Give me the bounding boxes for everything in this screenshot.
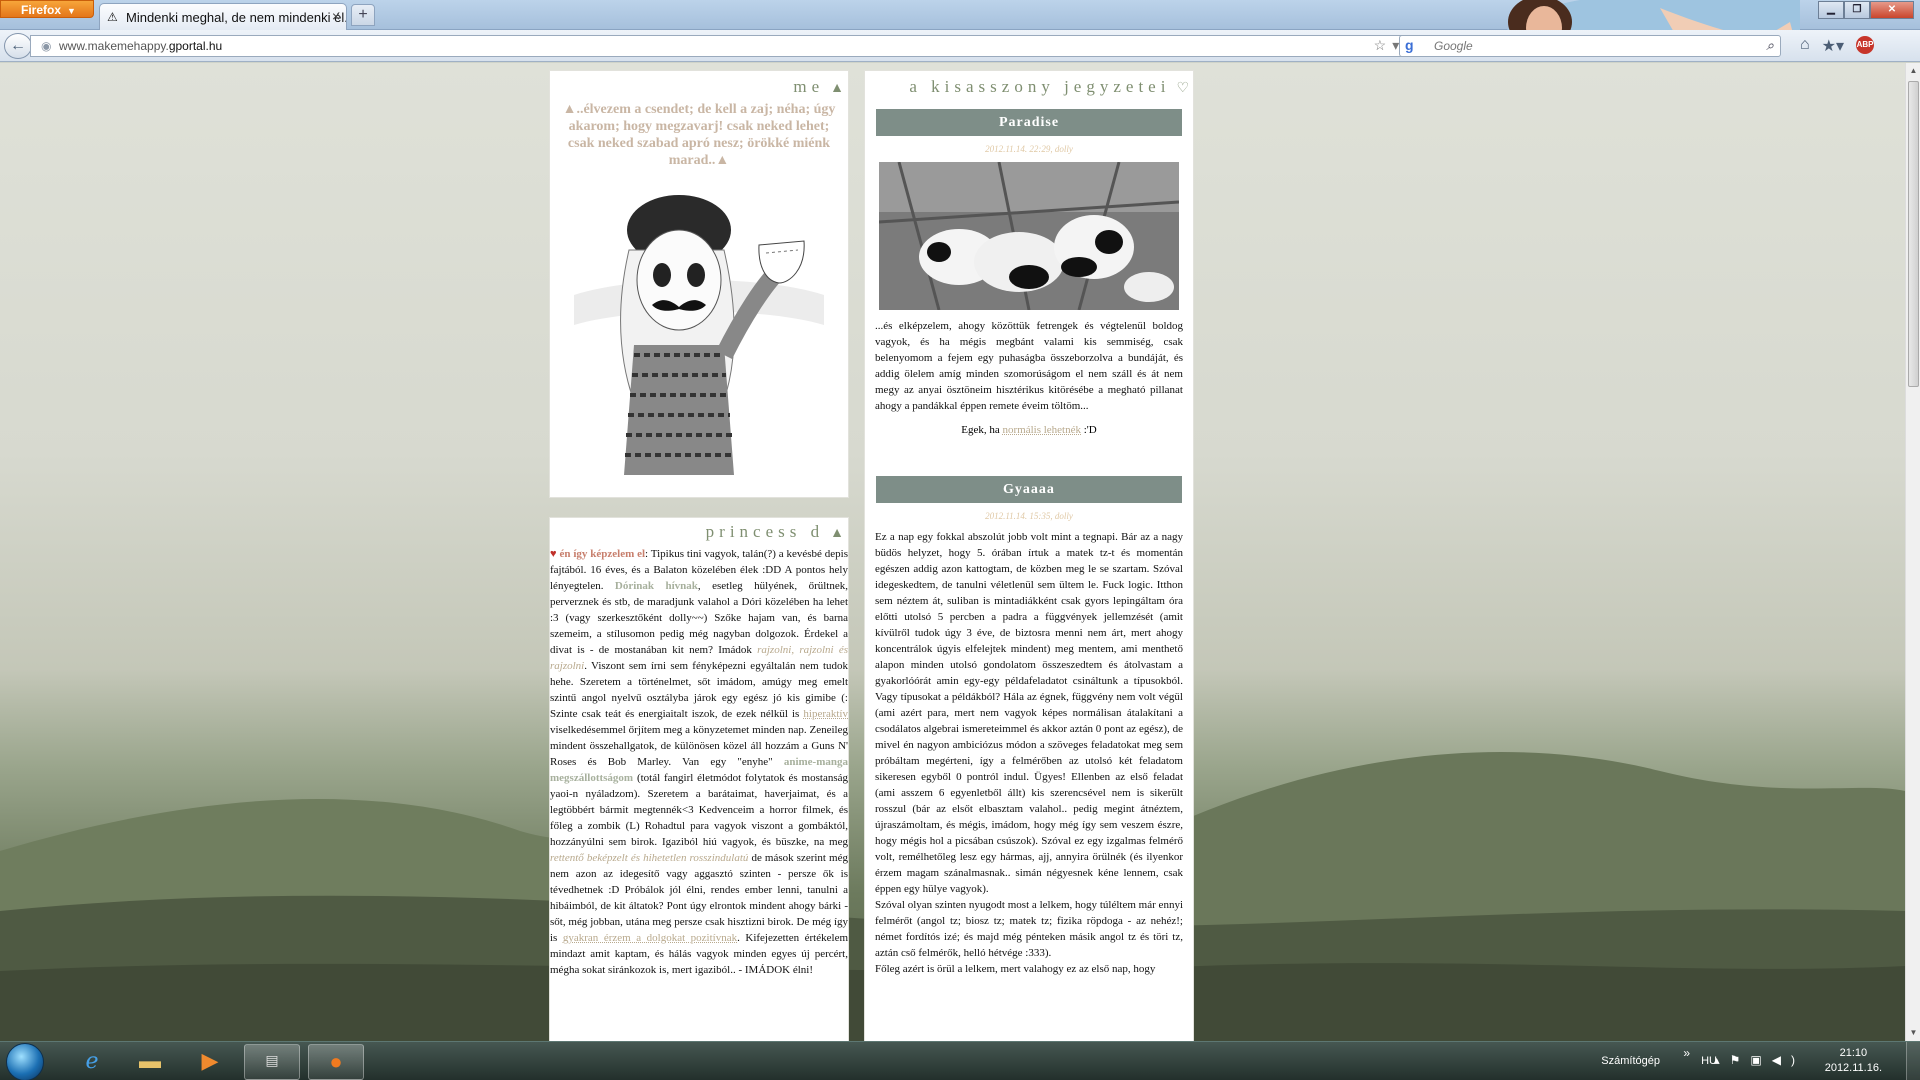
search-icon[interactable]: ⌕ [1766,37,1774,54]
media-player-icon[interactable]: ▶ [182,1044,238,1080]
post-date: 2012.11.14. 22:29, dolly [985,144,1073,154]
url-domain: gportal.hu [168,39,223,53]
google-engine-icon[interactable]: g [1405,37,1414,53]
post-date: 2012.11.14. 15:35, dolly [985,511,1073,521]
post-title[interactable]: Gyaaaa [876,476,1182,503]
scroll-down-arrow[interactable]: ▼ [1906,1025,1920,1041]
me-box: me ▲ ▲..élvezem a csendet; de kell a zaj;… [549,70,849,498]
back-button[interactable]: ← [4,33,32,59]
heart-icon: ♥ [550,548,557,560]
window-controls: ▁ ❐ ✕ [1818,1,1914,19]
clock[interactable]: 21:10 2012.11.16. [1825,1046,1882,1076]
clock-time: 21:10 [1839,1047,1868,1059]
post-body: Főleg azért is örül a lelkem, mert valah… [875,963,1156,975]
tray-icons: ▴⚑▣◀) [1714,1053,1805,1067]
princess-title: princess d [705,522,825,541]
tab-title: Mindenki meghal, de nem mindenki él. ... [126,10,347,25]
globe-icon: ◉ [41,39,52,53]
close-window-button[interactable]: ✕ [1870,1,1914,19]
flag-icon[interactable]: ⚑ [1730,1053,1751,1067]
me-title: me [793,77,825,96]
volume-icon[interactable]: ◀) [1772,1053,1805,1067]
adblock-icon[interactable]: ABP [1856,36,1875,54]
girl-with-mustache-illustration [574,195,824,475]
url-bar[interactable]: ◉ www.makemehappy.gportal.hu ☆▾↻ [30,35,1432,57]
plus-icon: + [358,6,368,23]
notes-column: a kisasszony jegyzetei ♡ Paradise 2012.11… [864,70,1194,1041]
show-hidden-icon[interactable]: ▴ [1714,1053,1730,1067]
home-icon[interactable]: ⌂ [1800,36,1810,56]
close-icon[interactable]: × [332,8,340,24]
triangle-icon: ▲ [830,526,844,541]
footer-text: Egek, ha [961,424,1003,436]
footer-text: :'D [1081,424,1097,436]
bookmarks-icon[interactable]: ★▾ [1822,36,1844,56]
song-quote: ▲..élvezem a csendet; de kell a zaj; néh… [562,102,836,168]
back-arrow-icon: ← [10,37,26,54]
firefox-icon[interactable]: ● [308,1044,364,1080]
nav-right-buttons: ⌂ ★▾ ABP [1800,36,1875,56]
page-viewport: me ▲ ▲..élvezem a csendet; de kell a zaj;… [0,63,1905,1041]
start-orb-icon[interactable] [6,1043,44,1080]
navigation-bar: ← ◉ www.makemehappy.gportal.hu ☆▾↻ g Goo… [0,30,1920,62]
bio-text: ♥ én így képzelem el: Tipikus tini vagyo… [550,546,848,978]
warning-icon: ⚠ [107,10,118,24]
search-placeholder: Google [1434,39,1473,53]
taskbar: ℯ ▬ ▶ ▤ ● Számítógép » HU ▴⚑▣◀) 21:10 20… [0,1041,1920,1080]
bio-link-positive[interactable]: gyakran érzem a dolgokat pozitívnak [563,932,737,944]
post-body: Ez a nap egy fokkal abszolút jobb volt m… [875,531,1183,895]
notes-header: a kisasszony jegyzetei ♡ [865,77,1193,97]
me-box-header: me ▲ [550,77,848,97]
url-prefix: www.makemehappy. [59,39,169,53]
new-tab-button[interactable]: + [351,4,375,26]
tab-bar: Firefox ▼ ⚠ Mindenki meghal, de nem minde… [0,0,1920,60]
network-icon[interactable]: ▣ [1750,1053,1771,1067]
show-desktop-button[interactable] [1906,1042,1920,1080]
app-icon[interactable]: ▤ [244,1044,300,1080]
princess-box-header: princess d ▲ [550,522,848,542]
chevron-icon[interactable]: » [1683,1046,1690,1060]
pandas-photo [879,162,1179,310]
triangle-icon: ▲ [830,81,844,96]
post-title[interactable]: Paradise [876,109,1182,136]
firefox-menu-button[interactable]: Firefox ▼ [0,0,94,18]
folder-icon[interactable]: ▬ [122,1044,178,1080]
post-body: ...és elképzelem, ahogy közöttük fetreng… [875,320,1183,412]
heart-icon: ♡ [1176,81,1189,96]
minimize-button[interactable]: ▁ [1818,1,1844,19]
princess-box: princess d ▲ ♥ én így képzelem el: Tipiku… [549,517,849,1041]
firefox-menu-label: Firefox [21,3,62,17]
search-bar[interactable]: g Google ⌕ [1399,35,1781,57]
scroll-up-arrow[interactable]: ▲ [1906,63,1920,79]
internet-explorer-icon[interactable]: ℯ [64,1044,120,1080]
scroll-thumb[interactable] [1908,81,1919,387]
star-icon[interactable]: ☆ [1374,37,1393,53]
vertical-scrollbar[interactable]: ▲ ▼ [1905,63,1920,1041]
normal-link[interactable]: normális lehetnék [1002,424,1081,436]
computer-toolbar-label[interactable]: Számítógép [1601,1055,1660,1067]
bio-italic: rettentő beképzelt és hihetetlen rosszin… [550,852,749,864]
restore-button[interactable]: ❐ [1844,1,1870,19]
bio-link-hyperactive[interactable]: hiperaktív [803,708,848,720]
post-footer: Egek, ha normális lehetnék :'D [865,424,1193,436]
tab-active[interactable]: ⚠ Mindenki meghal, de nem mindenki él. .… [99,3,347,30]
bio-part: de mások szerint még nem azon az idegesí… [550,852,848,944]
bio-intro-link[interactable]: én így képzelem el [560,548,646,560]
clock-date: 2012.11.16. [1824,1062,1882,1074]
chevron-down-icon: ▼ [67,6,76,16]
bio-highlight: Dórinak hívnak [614,580,698,592]
notes-title: a kisasszony jegyzetei [909,77,1171,96]
post-body: Szóval olyan szinten nyugodt most a lelk… [875,899,1183,959]
